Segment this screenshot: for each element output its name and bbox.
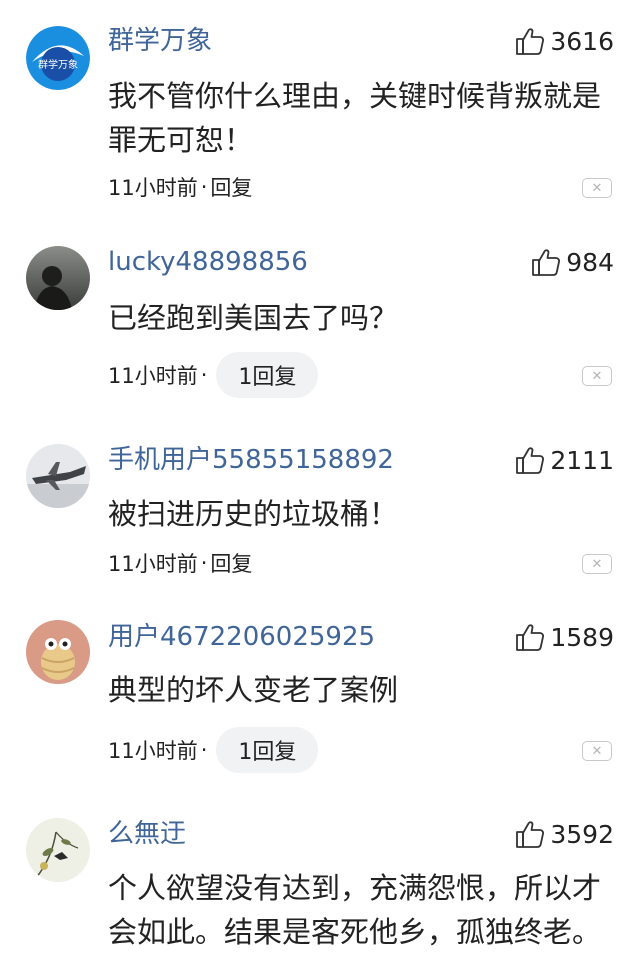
dismiss-button[interactable]: ✕ [582, 366, 612, 386]
username[interactable]: 群学万象 [108, 24, 212, 58]
like-count: 984 [566, 247, 614, 277]
close-icon: ✕ [591, 368, 603, 384]
like-count: 3592 [550, 819, 614, 849]
like-button[interactable]: 1589 [514, 620, 614, 654]
close-icon: ✕ [591, 556, 603, 572]
separator: · [200, 363, 208, 387]
dismiss-button[interactable]: ✕ [582, 554, 612, 574]
reply-button[interactable]: 1回复 [216, 352, 319, 398]
thumbs-up-icon [532, 249, 561, 276]
timestamp: 11小时前 [108, 552, 198, 576]
comment-meta: 11小时前 · 回复 [108, 164, 252, 210]
avatar[interactable] [26, 818, 90, 882]
username[interactable]: lucky48898856 [108, 245, 308, 279]
timestamp: 11小时前 [108, 364, 198, 388]
separator: · [200, 175, 208, 199]
dismiss-button[interactable]: ✕ [582, 178, 612, 198]
thumbs-up-icon [516, 447, 545, 474]
dismiss-button[interactable]: ✕ [582, 741, 612, 761]
like-count: 1589 [550, 622, 614, 652]
timestamp: 11小时前 [108, 176, 198, 200]
like-count: 2111 [550, 445, 614, 475]
thumbs-up-icon [516, 624, 545, 651]
comment-text: 典型的坏人变老了案例 [108, 673, 399, 707]
comment-text: 被扫进历史的垃圾桶！ [108, 497, 399, 531]
username[interactable]: 用户4672206025925 [108, 620, 375, 654]
reply-button[interactable]: 回复 [210, 548, 252, 578]
comment-meta: 11小时前 · 1回复 [108, 727, 319, 773]
thumbs-up-icon [516, 821, 545, 848]
reply-button[interactable]: 1回复 [216, 727, 319, 773]
timestamp: 11小时前 [108, 739, 198, 763]
comment-meta: 11小时前 · 1回复 [108, 352, 319, 398]
avatar-logo-text: 群学万象 [38, 58, 78, 71]
close-icon: ✕ [591, 743, 603, 759]
separator: · [200, 738, 208, 762]
avatar[interactable] [26, 444, 90, 508]
like-button[interactable]: 2111 [514, 443, 614, 477]
username[interactable]: 么無迂 [108, 817, 186, 851]
comment-text: 个人欲望没有达到，充满怨恨，所以才会如此。结果是客死他乡，孤独终老。 [108, 871, 602, 949]
thumbs-up-icon [516, 28, 545, 55]
comment-meta: 11小时前 · 回复 [108, 540, 252, 586]
close-icon: ✕ [591, 180, 603, 196]
avatar[interactable] [26, 246, 90, 310]
like-button[interactable]: 984 [530, 245, 614, 279]
like-count: 3616 [550, 26, 614, 56]
username[interactable]: 手机用户55855158892 [108, 443, 394, 477]
comment-text: 我不管你什么理由，关键时候背叛就是罪无可恕！ [108, 79, 602, 157]
reply-button[interactable]: 回复 [210, 172, 252, 202]
like-button[interactable]: 3592 [514, 817, 614, 851]
separator: · [200, 551, 208, 575]
avatar[interactable]: 群学万象 [26, 26, 90, 90]
avatar[interactable] [26, 620, 90, 684]
comment-text: 已经跑到美国去了吗？ [108, 301, 399, 335]
like-button[interactable]: 3616 [514, 24, 614, 58]
